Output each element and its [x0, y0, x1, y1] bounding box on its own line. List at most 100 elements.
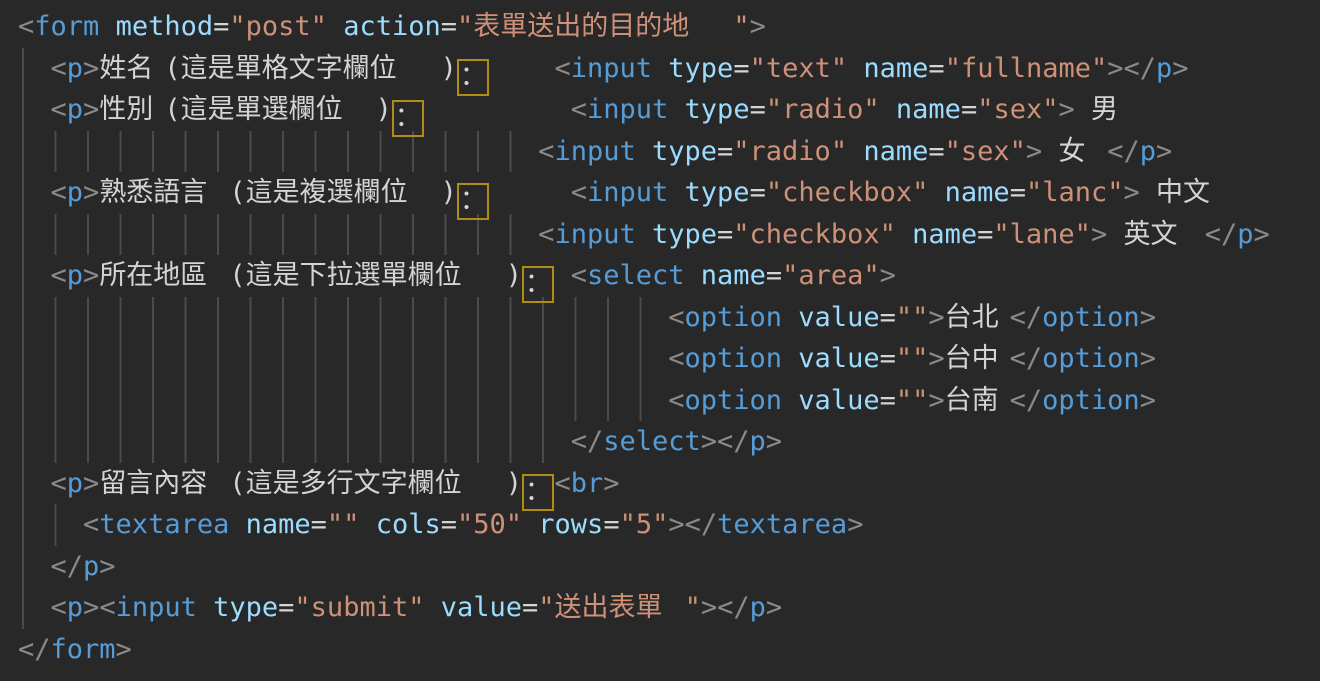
code-token: [652, 53, 668, 84]
code-token: =: [750, 94, 766, 125]
code-token: 女: [1042, 136, 1107, 167]
cjk-text: 這是單選欄位: [181, 89, 376, 131]
code-token: "表單送出的目的地": [457, 11, 750, 42]
code-token: type: [685, 94, 750, 125]
code-token: >: [1058, 94, 1074, 125]
code-line[interactable]: <p>熟悉語言(這是複選欄位)： <input type="checkbox" …: [18, 172, 1302, 214]
code-token: [522, 509, 538, 540]
code-line[interactable]: <p>姓名(這是單格文字欄位)： <input type="text" name…: [18, 48, 1302, 90]
code-token: >: [766, 426, 782, 457]
code-token: >: [766, 592, 782, 623]
code-token: br: [571, 468, 604, 499]
code-token: =: [961, 94, 977, 125]
code-token: >: [83, 592, 99, 623]
code-token: name: [945, 177, 1010, 208]
code-token: p: [750, 592, 766, 623]
cjk-text: 送出表單: [555, 587, 685, 629]
cjk-text: 英文: [1123, 214, 1188, 256]
code-token: >: [1254, 219, 1270, 250]
code-token: 姓名(這是單格文字欄位): [99, 53, 457, 84]
code-token: =: [1010, 177, 1026, 208]
code-token: cols: [376, 509, 441, 540]
cjk-text: 男: [1091, 89, 1124, 131]
code-token: [18, 468, 51, 499]
code-token: [424, 94, 570, 125]
code-token: >: [880, 260, 896, 291]
code-token: p: [67, 468, 83, 499]
code-line[interactable]: </p>: [18, 546, 1302, 588]
code-token: value: [798, 302, 879, 333]
code-token: <: [554, 53, 570, 84]
code-token: >: [928, 343, 944, 374]
code-token: >: [668, 509, 684, 540]
code-token: >: [928, 302, 944, 333]
code-token: <: [571, 177, 587, 208]
code-line[interactable]: <input type="checkbox" name="lane"> 英文 <…: [18, 214, 1302, 256]
code-line[interactable]: <option value="">台北</option>: [18, 297, 1302, 339]
code-token: 台中: [945, 343, 1010, 374]
code-token: [18, 343, 668, 374]
cjk-text: 留言內容: [99, 463, 229, 505]
code-token: =: [928, 53, 944, 84]
code-token: p: [67, 177, 83, 208]
code-token: option: [684, 343, 782, 374]
code-token: >: [1091, 219, 1107, 250]
code-line[interactable]: <option value="">台南</option>: [18, 380, 1302, 422]
code-token: >: [1172, 53, 1188, 84]
code-token: >: [750, 11, 766, 42]
code-token: <: [554, 468, 570, 499]
code-line[interactable]: <p>留言內容(這是多行文字欄位)：<br>: [18, 463, 1302, 505]
code-line[interactable]: <p>性別(這是單選欄位)： <input type="radio" name=…: [18, 89, 1302, 131]
code-token: [327, 11, 343, 42]
code-line[interactable]: <option value="">台中</option>: [18, 338, 1302, 380]
code-token: input: [554, 136, 635, 167]
code-token: [636, 136, 652, 167]
code-token: <: [51, 468, 67, 499]
code-token: [18, 592, 51, 623]
code-token: input: [571, 53, 652, 84]
code-token: [782, 343, 798, 374]
code-token: >: [1026, 136, 1042, 167]
code-token: 中文: [1140, 177, 1221, 208]
code-line[interactable]: </form>: [18, 629, 1302, 671]
code-editor[interactable]: <form method="post" action="表單送出的目的地"> <…: [0, 0, 1302, 675]
code-token: >: [701, 426, 717, 457]
code-token: </: [717, 426, 750, 457]
code-token: >: [1107, 53, 1123, 84]
code-token: select: [587, 260, 685, 291]
cjk-text: 性別: [99, 89, 164, 131]
cjk-text: 中文: [1156, 172, 1221, 214]
code-token: =: [311, 509, 327, 540]
code-token: type: [213, 592, 278, 623]
code-line[interactable]: <p><input type="submit" value="送出表單"></p…: [18, 587, 1302, 629]
code-line[interactable]: <p>所在地區(這是下拉選單欄位)： <select name="area">: [18, 255, 1302, 297]
code-token: [18, 509, 83, 540]
code-token: </: [571, 426, 604, 457]
code-token: p: [1156, 53, 1172, 84]
code-line[interactable]: </select></p>: [18, 421, 1302, 463]
code-token: type: [652, 219, 717, 250]
code-token: [847, 53, 863, 84]
code-line[interactable]: <input type="radio" name="sex"> 女 </p>: [18, 131, 1302, 173]
code-token: "sex": [945, 136, 1026, 167]
code-token: name: [246, 509, 311, 540]
code-token: >: [99, 551, 115, 582]
code-token: <: [99, 592, 115, 623]
code-token: [896, 219, 912, 250]
code-token: "checkbox": [733, 219, 896, 250]
code-token: =: [603, 509, 619, 540]
cjk-text: 表單送出的目的地: [473, 6, 733, 48]
code-token: =: [977, 219, 993, 250]
code-token: =: [733, 53, 749, 84]
code-token: <: [51, 177, 67, 208]
cjk-text: 台北: [945, 297, 1010, 339]
code-token: <: [51, 94, 67, 125]
code-token: </: [18, 634, 51, 665]
code-line[interactable]: <textarea name="" cols="50" rows="5"></t…: [18, 504, 1302, 546]
code-token: "fullname": [945, 53, 1108, 84]
code-token: p: [1237, 219, 1253, 250]
code-line[interactable]: <form method="post" action="表單送出的目的地">: [18, 6, 1302, 48]
code-token: value: [441, 592, 522, 623]
code-token: =: [717, 136, 733, 167]
code-token: type: [685, 177, 750, 208]
